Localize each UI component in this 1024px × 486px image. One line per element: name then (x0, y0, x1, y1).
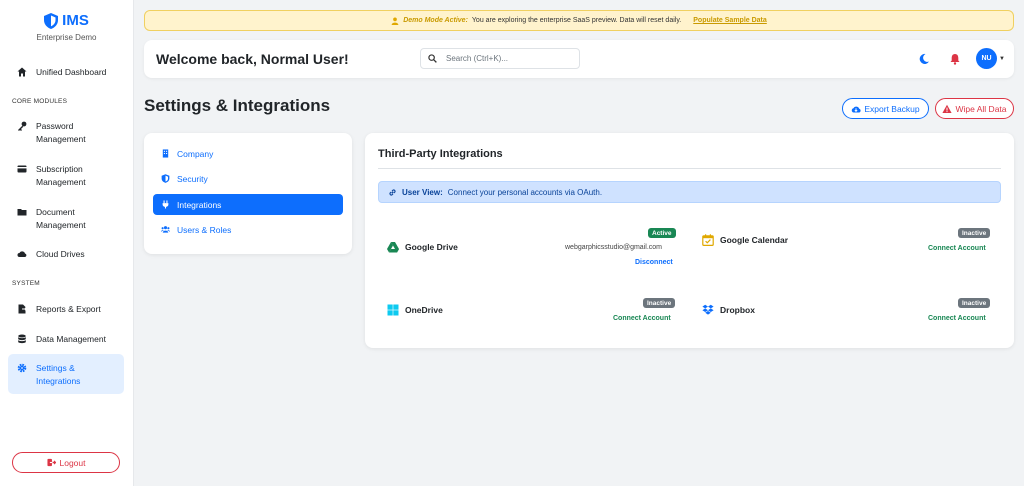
settings-tab-company[interactable]: Company (153, 143, 343, 164)
info-alert: User View: Connect your personal account… (378, 181, 1001, 203)
sidebar-item-data-management[interactable]: Data Management (8, 333, 124, 346)
link-icon (389, 188, 396, 196)
sidebar: IMS Enterprise Demo Unified Dashboard CO… (0, 0, 134, 486)
service-name: Google Calendar (720, 235, 789, 245)
wipe-all-data-label: Wipe All Data (955, 103, 1007, 114)
app-subtitle: Enterprise Demo (36, 33, 97, 42)
demo-banner: Demo Mode Active: You are exploring the … (144, 10, 1014, 31)
divider (378, 168, 1001, 169)
search-placeholder: Search (Ctrl+K)... (446, 54, 509, 63)
sidebar-item-cloud-drives[interactable]: Cloud Drives (8, 248, 124, 261)
brand: IMS Enterprise Demo (0, 0, 133, 42)
user-icon (391, 17, 399, 25)
settings-tab-label: Integrations (177, 199, 222, 210)
info-strong: User View: (402, 187, 443, 197)
sidebar-item-label: Document Management (36, 207, 86, 230)
avatar[interactable]: NU (976, 48, 997, 69)
service-google-drive: Google Drive (387, 241, 458, 253)
file-export-icon (17, 304, 27, 314)
banner-strong: Demo Mode Active: (403, 17, 468, 24)
logout-label: Logout (59, 457, 86, 468)
users-icon (161, 226, 170, 233)
sidebar-item-dashboard[interactable]: Unified Dashboard (8, 66, 124, 79)
sidebar-item-label: Data Management (36, 334, 106, 344)
app-name: IMS (62, 12, 89, 29)
banner-text: You are exploring the enterprise SaaS pr… (471, 17, 682, 24)
sidebar-item-password[interactable]: Password Management (8, 120, 124, 146)
info-text: Connect your personal accounts via OAuth… (447, 187, 603, 197)
key-icon (17, 121, 27, 131)
integrations-title: Third-Party Integrations (378, 148, 503, 160)
status-badge: Inactive (958, 298, 991, 308)
logout-button[interactable]: Logout (12, 452, 120, 473)
sidebar-item-label: Settings & Integrations (36, 363, 81, 386)
chevron-down-icon[interactable]: ▼ (999, 56, 1005, 62)
shield-icon (44, 12, 59, 29)
settings-menu: Company Security Integrations Users & Ro… (144, 133, 352, 254)
status-badge: Inactive (643, 298, 676, 308)
shield-icon (161, 174, 170, 183)
service-dropbox: Dropbox (702, 304, 755, 316)
sidebar-item-label: Cloud Drives (36, 249, 85, 259)
cloud-icon (17, 249, 27, 259)
section-label-system: SYSTEM (12, 280, 40, 287)
connect-onedrive-button[interactable]: Connect Account (613, 315, 671, 322)
service-name: Google Drive (405, 242, 458, 252)
export-backup-button[interactable]: Export Backup (842, 98, 929, 119)
sidebar-item-label: Unified Dashboard (36, 67, 107, 77)
sidebar-item-reports[interactable]: Reports & Export (8, 303, 124, 316)
service-onedrive: OneDrive (387, 304, 443, 316)
integrations-card: Third-Party Integrations User View: Conn… (365, 133, 1014, 348)
building-icon (162, 149, 169, 158)
page-title: Settings & Integrations (144, 96, 331, 115)
card-icon (17, 164, 27, 174)
settings-tab-label: Company (177, 148, 214, 159)
settings-tab-users-roles[interactable]: Users & Roles (153, 219, 343, 240)
sign-out-icon (46, 458, 56, 467)
cloud-download-icon (852, 106, 861, 112)
warning-icon (942, 104, 953, 113)
section-label-core: CORE MODULES (12, 98, 68, 105)
microsoft-icon (387, 304, 399, 316)
disconnect-google-drive-button[interactable]: Disconnect (635, 259, 673, 266)
dropbox-icon (702, 304, 714, 315)
folder-icon (17, 207, 27, 217)
gear-icon (17, 363, 27, 373)
sidebar-item-label: Subscription Management (36, 164, 86, 187)
search-input[interactable]: Search (Ctrl+K)... (420, 48, 580, 69)
calendar-check-icon (702, 234, 714, 246)
service-name: OneDrive (405, 305, 443, 315)
status-badge: Active (648, 228, 676, 238)
status-badge: Inactive (958, 228, 991, 238)
brand-logo[interactable]: IMS (0, 12, 133, 29)
moon-icon[interactable] (918, 53, 930, 65)
settings-tab-label: Users & Roles (177, 224, 232, 235)
connect-dropbox-button[interactable]: Connect Account (928, 315, 986, 322)
service-name: Dropbox (720, 305, 755, 315)
home-icon (17, 67, 27, 77)
sidebar-item-subscription[interactable]: Subscription Management (8, 163, 124, 189)
top-header: Welcome back, Normal User! Search (Ctrl+… (144, 40, 1014, 78)
plug-icon (162, 200, 169, 209)
settings-tab-integrations[interactable]: Integrations (153, 194, 343, 215)
settings-tab-security[interactable]: Security (153, 168, 343, 189)
connect-google-calendar-button[interactable]: Connect Account (928, 245, 986, 252)
sidebar-item-label: Reports & Export (36, 304, 101, 314)
sidebar-item-label: Password Management (36, 121, 86, 144)
populate-sample-data-link[interactable]: Populate Sample Data (693, 17, 767, 24)
search-icon (428, 54, 437, 63)
sidebar-item-document[interactable]: Document Management (8, 206, 124, 232)
export-backup-label: Export Backup (864, 103, 920, 114)
service-google-calendar: Google Calendar (702, 234, 788, 246)
connected-email: webgarphicsstudio@gmail.com (565, 244, 662, 251)
wipe-all-data-button[interactable]: Wipe All Data (935, 98, 1014, 119)
settings-tab-label: Security (177, 173, 208, 184)
google-drive-icon (387, 242, 399, 253)
welcome-message: Welcome back, Normal User! (156, 51, 349, 67)
bell-icon[interactable] (949, 53, 961, 65)
database-icon (17, 334, 27, 344)
sidebar-item-settings[interactable]: Settings & Integrations (8, 354, 124, 394)
